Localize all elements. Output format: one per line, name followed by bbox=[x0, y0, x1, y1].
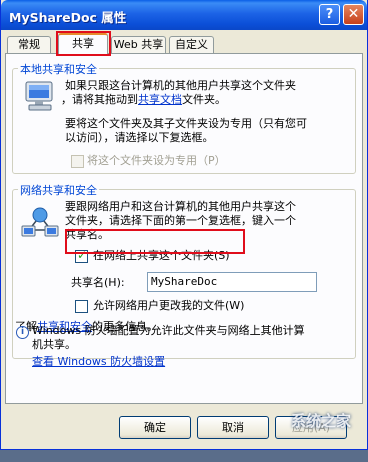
local-private-text-2: 以访问），请选择以下复选框。 bbox=[65, 131, 214, 144]
share-name-label: 共享名(H): bbox=[71, 276, 125, 289]
tab-strip: 常规 共享 Web 共享 自定义 bbox=[1, 32, 368, 55]
network-share-legend: 网络共享和安全 bbox=[18, 182, 99, 198]
checkmark-icon: ✓ bbox=[77, 248, 88, 262]
info-icon: i bbox=[16, 326, 29, 339]
title-bar[interactable]: MyShareDoc 属性 ? ✕ bbox=[1, 0, 367, 30]
local-share-legend: 本地共享和安全 bbox=[18, 61, 99, 77]
allow-change-label: 允许网络用户更改我的文件(W) bbox=[93, 299, 245, 312]
help-button[interactable]: ? bbox=[319, 4, 340, 25]
local-share-group: 本地共享和安全 如果只跟这台计算机的其他用户共享这个文件夹 ，请将其拖动到共享文… bbox=[12, 61, 356, 174]
shared-documents-link[interactable]: 共享文档 bbox=[138, 93, 182, 106]
cancel-button[interactable]: 取消 bbox=[197, 416, 269, 439]
firewall-text-2: 机共享。 bbox=[32, 338, 76, 351]
computer-icon bbox=[25, 81, 53, 111]
network-share-text-1: 要跟网络用户和这台计算机的其他用户共享这个 bbox=[65, 200, 296, 213]
network-share-text-3: 共享名。 bbox=[65, 228, 109, 241]
firewall-settings-link[interactable]: 查看 Windows 防火墙设置 bbox=[32, 355, 165, 369]
local-private-text-1: 要将这个文件夹及其子文件夹设为专用（只有您可 bbox=[65, 117, 307, 130]
share-on-network-label: 在网络上共享这个文件夹(S) bbox=[93, 249, 230, 262]
ok-button[interactable]: 确定 bbox=[119, 416, 191, 439]
tab-customize[interactable]: 自定义 bbox=[169, 36, 214, 53]
properties-window: MyShareDoc 属性 ? ✕ 常规 共享 Web 共享 自定义 本地共享和… bbox=[0, 0, 368, 450]
window-title: MyShareDoc 属性 bbox=[9, 10, 127, 25]
firewall-text-1: Windows 防火墙配置为允许此文件夹与网络上其他计算 bbox=[32, 324, 305, 337]
close-button[interactable]: ✕ bbox=[343, 4, 364, 25]
allow-change-checkbox[interactable] bbox=[75, 300, 88, 313]
watermark-logo: 系统之家 bbox=[291, 412, 352, 430]
local-share-text-1: 如果只跟这台计算机的其他用户共享这个文件夹 bbox=[65, 79, 296, 92]
network-share-text-2: 文件夹，请选择下面的第一个复选框，键入一个 bbox=[65, 214, 296, 227]
network-icon bbox=[21, 207, 59, 237]
tab-general[interactable]: 常规 bbox=[7, 36, 51, 53]
private-folder-label: 将这个文件夹设为专用（P） bbox=[87, 154, 226, 167]
tab-web-sharing[interactable]: Web 共享 bbox=[111, 36, 166, 53]
tab-sharing[interactable]: 共享 bbox=[58, 33, 108, 55]
share-on-network-checkbox[interactable]: ✓ bbox=[75, 248, 88, 263]
sharing-panel: 本地共享和安全 如果只跟这台计算机的其他用户共享这个文件夹 ，请将其拖动到共享文… bbox=[5, 53, 363, 404]
local-share-text-2: ，请将其拖动到共享文档文件夹。 bbox=[61, 93, 226, 106]
private-folder-checkbox[interactable] bbox=[71, 155, 84, 168]
share-name-input[interactable]: MyShareDoc bbox=[147, 272, 317, 292]
